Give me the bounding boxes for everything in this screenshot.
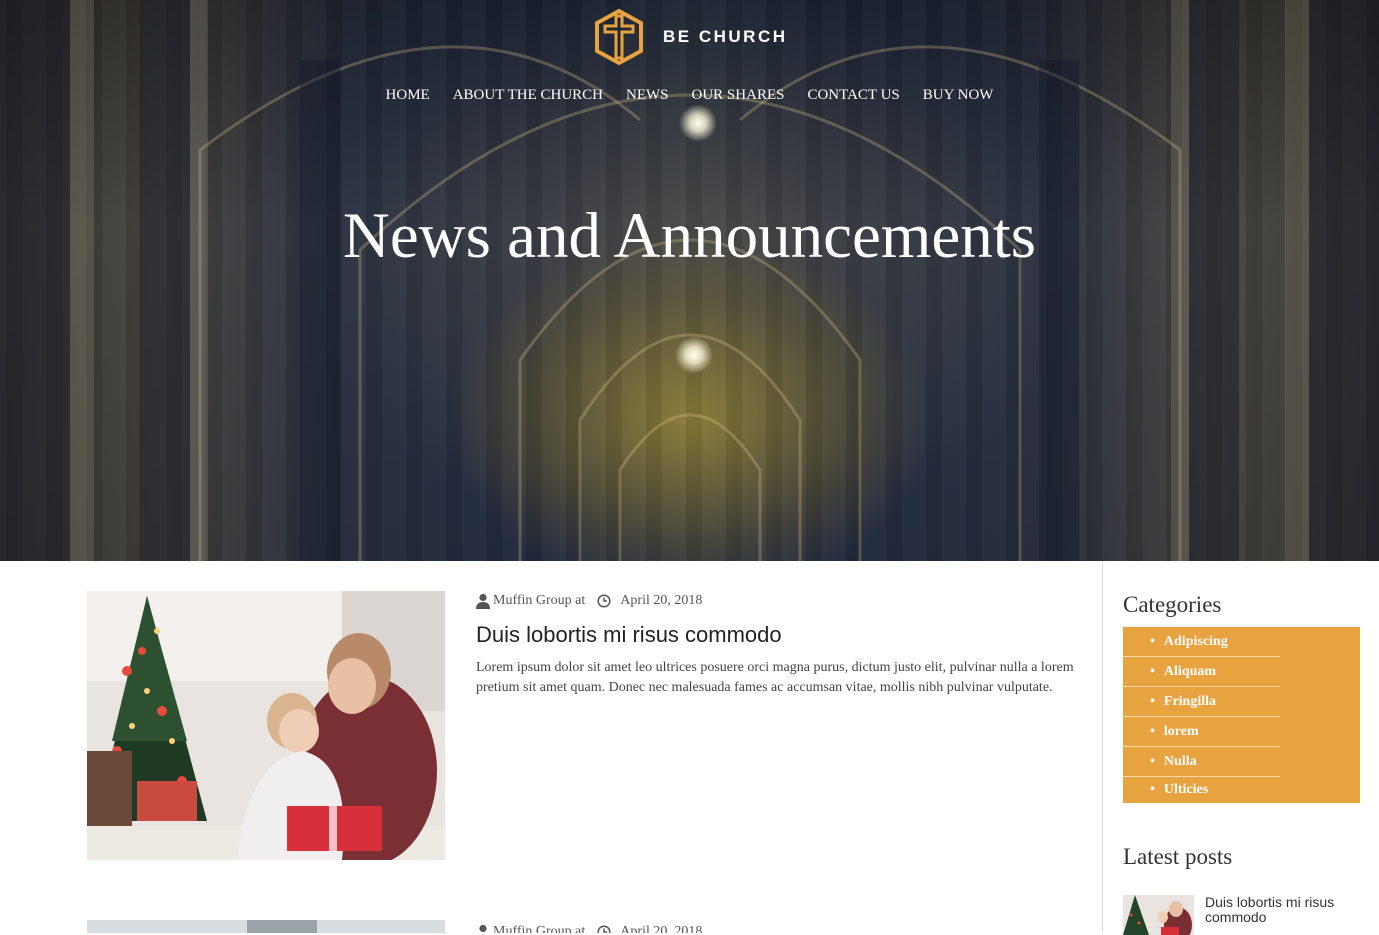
category-label[interactable]: Adipiscing [1164, 632, 1228, 652]
nav-news[interactable]: NEWS [626, 87, 669, 104]
latest-post-image [1123, 895, 1194, 935]
hero-banner: BE CHURCH HOME ABOUT THE CHURCH NEWS OUR… [0, 0, 1379, 561]
nav-about-the-church[interactable]: ABOUT THE CHURCH [453, 87, 603, 104]
post-author[interactable]: Muffin Group at [493, 593, 585, 609]
categories-widget: Adipiscing Aliquam Fringilla lorem Nulla… [1123, 627, 1360, 803]
post-image [87, 920, 445, 933]
latest-post-link[interactable]: Duis lobortis mi risus commodo [1205, 895, 1345, 935]
post-image-mother-daughter-gift [87, 591, 445, 860]
latest-posts-title: Latest posts [1123, 844, 1233, 869]
brand-name: BE CHURCH [663, 27, 788, 46]
post-card: Muffin Group at April 20, 2018 Duis lobo… [87, 591, 1087, 860]
category-item[interactable]: Nulla [1123, 747, 1280, 777]
nav-buy-now[interactable]: BUY NOW [923, 87, 994, 104]
post-meta: Muffin Group at April 20, 2018 [476, 591, 1086, 611]
category-label[interactable]: Aliquam [1164, 662, 1216, 682]
categories-list: Adipiscing Aliquam Fringilla lorem Nulla… [1123, 627, 1360, 803]
post-excerpt: Lorem ipsum dolor sit amet leo ultrices … [476, 660, 1074, 695]
post-date: April 20, 2018 [620, 924, 703, 933]
category-item[interactable]: Ulticies [1123, 777, 1280, 803]
category-label[interactable]: Fringilla [1164, 692, 1216, 712]
page-title: News and Announcements [342, 200, 1037, 272]
nav-contact-us[interactable]: CONTACT US [807, 87, 899, 104]
post-thumbnail[interactable] [87, 920, 445, 933]
cathedral-arches-illustration [0, 0, 1379, 561]
clock-icon [597, 594, 611, 608]
category-item[interactable]: lorem [1123, 717, 1280, 747]
post-card: Muffin Group at April 20, 2018 [87, 920, 1087, 933]
brand-logo[interactable]: BE CHURCH [593, 8, 788, 66]
post-body: Muffin Group at April 20, 2018 Duis lobo… [476, 591, 1086, 698]
post-thumbnail[interactable] [87, 591, 445, 860]
sidebar-divider [1102, 561, 1103, 933]
categories-title: Categories [1123, 592, 1222, 617]
nav-home[interactable]: HOME [386, 87, 430, 104]
post-author[interactable]: Muffin Group at [493, 924, 585, 933]
category-label[interactable]: lorem [1164, 722, 1199, 742]
category-item[interactable]: Fringilla [1123, 687, 1280, 717]
ceiling-light [679, 104, 717, 142]
category-label[interactable]: Nulla [1164, 752, 1197, 772]
user-icon [476, 593, 490, 609]
post-body: Muffin Group at April 20, 2018 [476, 922, 1086, 933]
post-title[interactable]: Duis lobortis mi risus commodo [476, 621, 1086, 649]
main-navigation: HOME ABOUT THE CHURCH NEWS OUR SHARES CO… [0, 87, 1379, 104]
latest-post-item[interactable]: Duis lobortis mi risus commodo [1123, 895, 1360, 935]
sidebar: Categories Adipiscing Aliquam Fringilla … [1123, 561, 1360, 935]
category-label[interactable]: Ulticies [1164, 780, 1208, 800]
post-date: April 20, 2018 [620, 593, 703, 608]
post-meta: Muffin Group at April 20, 2018 [476, 922, 1086, 933]
clock-icon [597, 925, 611, 933]
latest-post-thumbnail[interactable] [1123, 895, 1194, 935]
category-item[interactable]: Adipiscing [1123, 627, 1280, 657]
ceiling-light [675, 336, 713, 374]
cross-shield-icon [595, 8, 643, 66]
category-item[interactable]: Aliquam [1123, 657, 1280, 687]
nav-our-shares[interactable]: OUR SHARES [692, 87, 785, 104]
user-icon [479, 924, 487, 933]
